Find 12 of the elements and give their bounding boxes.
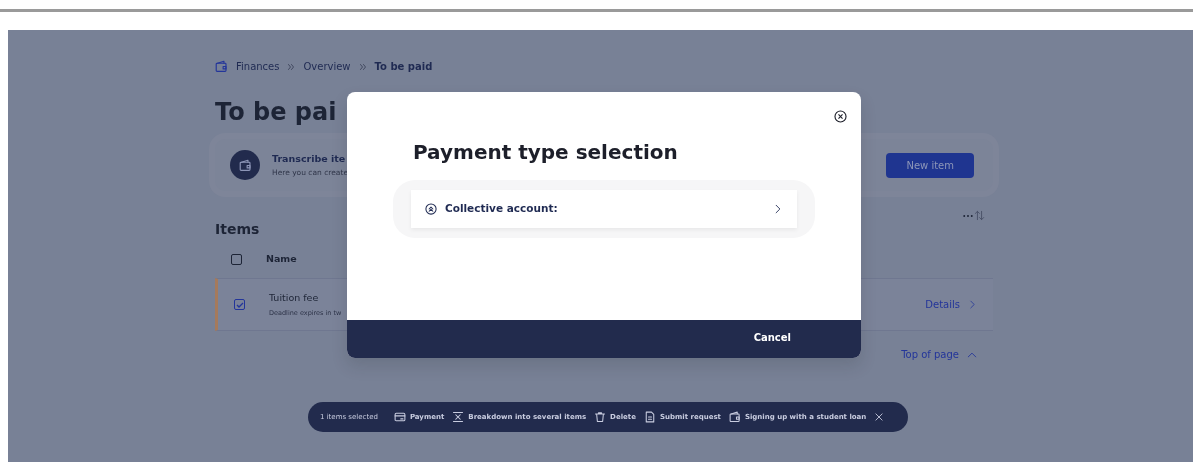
- breadcrumb-link[interactable]: Overview: [303, 59, 351, 74]
- item-name: Tuition fee: [269, 290, 320, 305]
- breadcrumb-current: To be paid: [374, 60, 433, 74]
- breadcrumb-link[interactable]: Finances: [236, 59, 280, 74]
- modal-title: Payment type selection: [413, 139, 679, 166]
- new-item-button[interactable]: New item: [886, 152, 974, 178]
- card-title: Transcribe ite: [272, 152, 347, 167]
- cancel-button[interactable]: Cancel: [747, 329, 797, 346]
- option-button[interactable]: Collective account:: [411, 190, 797, 228]
- section-title: Items: [215, 220, 260, 239]
- page-title: To be pai: [215, 98, 337, 127]
- column-header: Name: [266, 251, 297, 266]
